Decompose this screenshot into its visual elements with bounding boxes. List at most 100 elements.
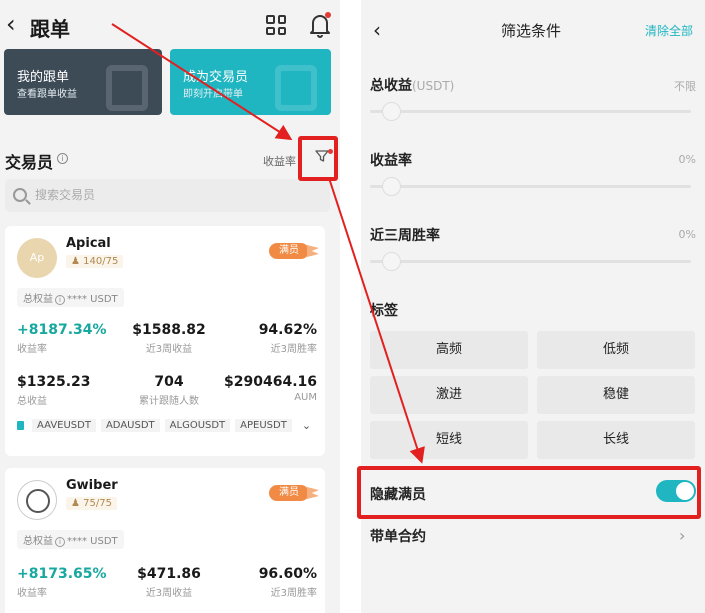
stat-roi: +8173.65% 收益率 — [17, 566, 107, 599]
equity-value: **** USDT — [67, 536, 118, 547]
tag-option-long-term[interactable]: 长线 — [537, 421, 695, 459]
shield-star-icon — [275, 65, 317, 111]
stat-value: $1325.23 — [17, 374, 91, 390]
notification-dot — [325, 12, 331, 18]
filter-value: 不限 — [674, 80, 696, 93]
follower-count-value: 140/75 — [83, 256, 119, 267]
trader-name: Apical — [66, 236, 111, 251]
slider-handle[interactable] — [382, 102, 401, 121]
sort-label[interactable]: 收益率 — [263, 153, 296, 169]
tag-option-high-frequency[interactable]: 高频 — [370, 331, 528, 369]
stat-label: 近3周胜率 — [270, 588, 317, 599]
follower-count: ♟ 75/75 — [66, 497, 117, 510]
equity-row: 总权益 i **** USDT — [17, 530, 124, 549]
stat-aum: $290464.16 AUM — [224, 374, 317, 403]
filter-value: 0% — [678, 153, 696, 166]
contract-icon — [17, 421, 24, 430]
chevron-left-icon[interactable]: ‹ — [373, 18, 381, 42]
stat-value: 96.60% — [258, 566, 317, 582]
filter-screen: ‹ 筛选条件 清除全部 总收益(USDT) 不限 收益率 0% 近三周胜率 0%… — [361, 0, 705, 613]
highlight-box-filter — [298, 136, 338, 181]
stat-followers: 704 累计跟随人数 — [117, 374, 221, 407]
slider-track — [370, 260, 691, 263]
filter-label-total-profit: 总收益(USDT) — [370, 75, 454, 95]
stat-label: 近3周收益 — [145, 344, 193, 355]
card-subtitle: 即刻开启带单 — [183, 89, 243, 100]
card-title: 我的跟单 — [17, 70, 70, 85]
stat-3w-winrate: 96.60% 近3周胜率 — [259, 566, 317, 599]
my-copy-trades-card[interactable]: 我的跟单 查看跟单收益 — [4, 49, 162, 115]
bell-icon[interactable] — [308, 12, 332, 38]
info-icon[interactable]: i — [57, 153, 68, 164]
copy-trading-screen: ‹ 跟单 我的跟单 查看跟单收益 成为交易员 即刻开启带单 交易员 i 收益率 — [0, 0, 340, 613]
search-input[interactable] — [35, 185, 315, 205]
chevron-left-icon[interactable]: ‹ — [6, 10, 16, 38]
page-title: 筛选条件 — [501, 22, 562, 40]
slider-handle[interactable] — [382, 177, 401, 196]
clear-all-button[interactable]: 清除全部 — [645, 22, 693, 39]
chevron-right-icon[interactable]: › — [679, 526, 685, 545]
tag-option-short-term[interactable]: 短线 — [370, 421, 528, 459]
stat-label: 收益率 — [17, 588, 47, 599]
trader-card[interactable]: Ap Apical ♟ 140/75 满员 总权益 i **** USDT +818… — [5, 226, 325, 456]
stat-value: $471.86 — [137, 566, 201, 582]
card-decoration — [106, 65, 148, 111]
stat-label: 收益率 — [17, 344, 47, 355]
search-bar[interactable] — [5, 179, 330, 212]
stat-label: 近3周收益 — [145, 588, 193, 599]
highlight-box-hide-full — [357, 466, 701, 519]
filter-label-3w-winrate: 近三周胜率 — [370, 228, 440, 244]
stat-value: 704 — [154, 374, 184, 390]
screenshot-root: ‹ 跟单 我的跟单 查看跟单收益 成为交易员 即刻开启带单 交易员 i 收益率 — [0, 0, 705, 613]
stat-value: +8187.34% — [17, 322, 107, 338]
stat-value: $1588.82 — [132, 322, 206, 338]
stat-value: $290464.16 — [224, 374, 317, 390]
search-icon — [13, 188, 27, 202]
tag-option-aggressive[interactable]: 激进 — [370, 376, 528, 414]
equity-label: 总权益 — [23, 294, 53, 305]
chevron-down-icon[interactable]: ⌄ — [302, 419, 311, 432]
page-title: 跟单 — [30, 17, 70, 41]
avatar: Ap — [17, 238, 57, 278]
tag-option-low-frequency[interactable]: 低频 — [537, 331, 695, 369]
become-trader-card[interactable]: 成为交易员 即刻开启带单 — [170, 49, 331, 115]
stat-3w-profit: $471.86 近3周收益 — [117, 566, 221, 599]
full-badge: 满员 — [269, 243, 309, 259]
card-title: 成为交易员 — [183, 70, 249, 85]
trader-name: Gwiber — [66, 478, 118, 493]
equity-label: 总权益 — [23, 536, 53, 547]
stat-3w-winrate: 94.62% 近3周胜率 — [259, 322, 317, 355]
filter-label-unit: (USDT) — [412, 79, 455, 93]
slider-handle[interactable] — [382, 252, 401, 271]
stat-label: 总收益 — [17, 396, 47, 407]
contract-tag: APEUSDT — [235, 419, 292, 432]
full-badge: 满员 — [269, 485, 309, 501]
follower-count: ♟ 140/75 — [66, 255, 124, 268]
trader-card[interactable]: Gwiber ♟ 75/75 满员 总权益 i **** USDT +8173.65… — [5, 468, 325, 613]
stat-value: +8173.65% — [17, 566, 107, 582]
follower-count-value: 75/75 — [83, 498, 112, 509]
stat-label: 累计跟随人数 — [139, 396, 199, 407]
filter-label-text: 总收益 — [370, 78, 412, 94]
section-title: 交易员 — [5, 153, 54, 172]
contract-tags: AAVEUSDT ADAUSDT ALGOUSDT APEUSDT ⌄ — [17, 419, 311, 432]
stat-value: 94.62% — [258, 322, 317, 338]
stat-roi: +8187.34% 收益率 — [17, 322, 107, 355]
avatar — [17, 480, 57, 520]
contract-tag: ALGOUSDT — [164, 419, 231, 432]
roi-slider[interactable] — [370, 176, 691, 196]
tags-title: 标签 — [370, 303, 398, 319]
info-icon[interactable]: i — [55, 537, 65, 547]
winrate-slider[interactable] — [370, 251, 691, 271]
contract-tag: ADAUSDT — [100, 419, 160, 432]
tag-option-steady[interactable]: 稳健 — [537, 376, 695, 414]
equity-value: **** USDT — [67, 294, 118, 305]
contract-tag: AAVEUSDT — [32, 419, 96, 432]
info-icon[interactable]: i — [55, 295, 65, 305]
stat-label: AUM — [294, 392, 317, 403]
contract-label[interactable]: 带单合约 — [370, 526, 426, 546]
panel-divider — [340, 0, 361, 613]
stat-label: 近3周胜率 — [270, 344, 317, 355]
grid-icon[interactable] — [266, 15, 286, 35]
total-profit-slider[interactable] — [370, 101, 691, 121]
